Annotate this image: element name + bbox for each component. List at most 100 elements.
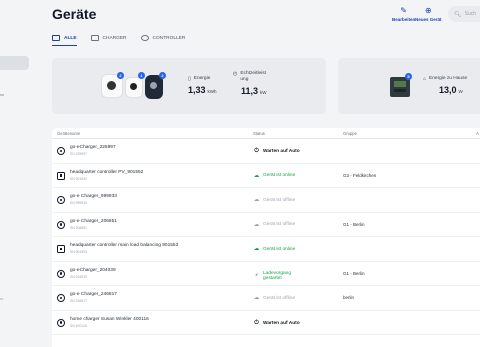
charger-count-badge: 2 — [117, 72, 124, 79]
status-badge: ⏻ Warten auf Auto — [253, 148, 299, 155]
status-badge: ☁ Gerät ist offline — [253, 197, 295, 203]
device-name: go-e Charger_999933 — [70, 194, 117, 199]
charger-icon — [57, 220, 65, 229]
home-energy-label: Energie zu Hause — [429, 76, 468, 81]
sidebar-item-active[interactable] — [0, 56, 29, 70]
column-header-status[interactable]: Status — [253, 131, 265, 136]
status-badge: ☁ Gerät ist offline — [253, 222, 295, 228]
tab-all[interactable]: ALLE — [52, 32, 77, 46]
energy-unit: kWh — [207, 89, 217, 94]
device-name: home charger Susan Winkler 400116 — [70, 316, 149, 322]
home-energy-value: 13,0 — [439, 85, 457, 95]
table-row[interactable]: go-e Charger_999933 SN 999933 ☁ Gerät ist o… — [52, 188, 480, 213]
table-row[interactable]: headquarter controller main load balanci… — [52, 237, 480, 262]
charger-image-small — [126, 78, 142, 97]
home-energy-unit: W — [458, 89, 463, 94]
new-device-button-label: Neues Gerät — [415, 17, 442, 22]
status-badge: ⏻ Warten auf Auto — [253, 319, 300, 327]
table-body: go-eCharger_225997 SN 225997 ⏻ Warten auf A… — [52, 139, 480, 335]
power-label: Echtzeitleist ung — [240, 71, 266, 82]
device-serial: SN 901552 — [70, 176, 87, 181]
device-group: G3 - Feldkirchen — [343, 172, 377, 178]
power-unit: kW — [260, 90, 267, 95]
device-tabs: ALLE CHARGER CONTROLLER — [52, 32, 185, 46]
device-serial: SN 206851 — [70, 225, 87, 230]
tab-charger-label: CHARGER — [102, 35, 127, 41]
page-title: Geräte — [52, 6, 97, 22]
column-header-group[interactable]: Gruppe — [343, 131, 357, 136]
sidebar-item[interactable] — [0, 94, 4, 96]
device-name: headquarter controller main load balanci… — [70, 243, 179, 248]
cloud-icon: ☁ — [253, 295, 260, 301]
tab-charger[interactable]: CHARGER — [90, 32, 127, 44]
devices-icon — [52, 35, 60, 41]
gauge-icon: ◴ — [233, 71, 238, 77]
charger-icon — [57, 147, 65, 155]
controller-summary-card[interactable]: 5 ⌂ Energie zu Hause 13,0 W — [338, 58, 480, 114]
device-serial: SN 400116 — [70, 323, 87, 328]
table-row[interactable]: go-e Charger_246817 SN 246817 ☁ Gerät ist o… — [52, 286, 480, 311]
energy-value: 1,33 — [188, 85, 206, 95]
device-serial: SN 225997 — [70, 152, 87, 156]
tab-all-label: ALLE — [64, 35, 77, 41]
device-group: berlin — [343, 295, 355, 300]
status-text: Gerät ist offline — [263, 222, 296, 227]
controller-count-badge: 5 — [405, 73, 412, 80]
column-header-extra[interactable]: A — [476, 131, 479, 136]
power-icon: ⏻ — [254, 148, 259, 154]
sidebar-item-label[interactable]: m — [0, 296, 3, 301]
device-name: go-e Charger_206851 — [70, 218, 117, 224]
energy-metric: ▯ Energie 1,33 kWh — [188, 76, 217, 95]
status-text: Warten auf Auto — [263, 320, 300, 326]
table-row[interactable]: go-eCharger_204039 SN 204039 ⚡ Ladevorgang … — [52, 262, 480, 286]
power-metric: ◴ Echtzeitleist ung 11,3 kW — [233, 71, 270, 96]
charger-summary-card[interactable]: 2 1 2 ▯ Energie 1,33 kWh ◴ Echtzeitleist … — [52, 58, 326, 114]
device-serial: SN 204039 — [70, 274, 87, 279]
status-text: Gerät ist offline — [263, 295, 296, 301]
home-energy-metric: ⌂ Energie zu Hause 13,0 W — [423, 76, 467, 95]
energy-label: Energie — [193, 76, 211, 81]
cloud-icon: ☁ — [253, 221, 260, 228]
charger-count-badge: 2 — [159, 72, 166, 79]
table-row[interactable]: go-eCharger_225997 SN 225997 ⏻ Warten auf A… — [52, 139, 480, 164]
device-name: go-eCharger_204039 — [70, 267, 116, 273]
device-serial: SN 901553 — [70, 250, 87, 254]
cloud-icon: ☁ — [253, 172, 260, 179]
status-badge: ☁ Gerät ist online — [253, 246, 296, 252]
status-badge: ☁ Gerät ist online — [253, 172, 296, 179]
device-name: go-eCharger_225997 — [70, 145, 116, 150]
controller-icon — [57, 245, 65, 253]
cloud-icon: ☁ — [253, 246, 260, 252]
charger-icon — [57, 269, 65, 278]
search-icon: 🔍︎ — [454, 11, 462, 18]
sidebar: m — [0, 0, 34, 347]
charger-icon — [90, 35, 99, 41]
table-row[interactable]: home charger Susan Winkler 400116 SN 4001… — [52, 311, 480, 335]
edit-button[interactable]: ✎ Bearbeiten — [392, 6, 415, 22]
cloud-icon: ☁ — [253, 197, 260, 203]
status-text: Ladevorgang gestartet — [263, 270, 292, 282]
status-badge: ⚡ Ladevorgang gestartet — [253, 271, 293, 282]
table-row[interactable]: headquarter controller PV_901552 SN 90155… — [52, 164, 480, 188]
status-text: Gerät ist online — [263, 173, 296, 178]
charger-count-badge: 1 — [138, 72, 145, 79]
table-header: Gerätename Status Gruppe A — [52, 128, 480, 139]
charger-icon — [57, 196, 65, 204]
bolt-icon: ⚡ — [254, 273, 259, 280]
search-input[interactable]: 🔍︎ Such — [448, 6, 480, 22]
column-header-name[interactable]: Gerätename — [57, 131, 80, 136]
power-value: 11,3 — [241, 86, 259, 96]
new-device-button[interactable]: ⊕ Neues Gerät — [415, 6, 442, 22]
device-name: headquarter controller PV_901552 — [70, 169, 144, 175]
charger-icon — [57, 294, 65, 302]
device-serial: SN 246817 — [70, 299, 87, 303]
pencil-icon: ✎ — [400, 6, 407, 15]
device-table: Gerätename Status Gruppe A go-eCharger_2… — [52, 128, 480, 347]
edit-button-label: Bearbeiten — [392, 17, 416, 22]
charger-icon — [57, 318, 65, 327]
tab-controller[interactable]: CONTROLLER — [140, 32, 185, 44]
controller-icon — [140, 35, 149, 41]
table-row[interactable]: go-e Charger_206851 SN 206851 ☁ Gerät ist o… — [52, 213, 480, 237]
power-icon: ⏻ — [254, 319, 259, 326]
plus-circle-icon: ⊕ — [424, 6, 432, 15]
